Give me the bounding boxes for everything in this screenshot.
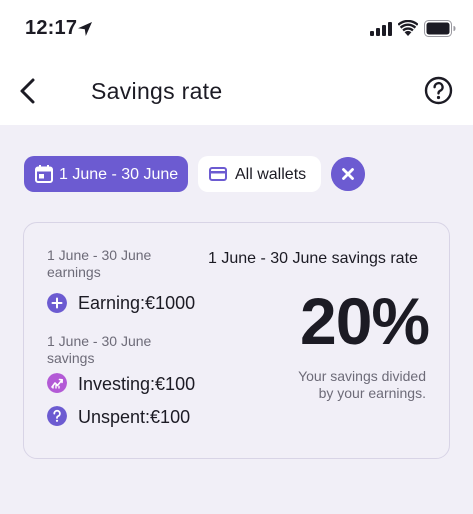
earning-row: Earning:€1000 [78, 293, 195, 314]
help-icon[interactable] [424, 76, 453, 105]
savings-rate-description-line2: by your earnings. [318, 385, 426, 401]
savings-rate-description-line1: Your savings divided [298, 368, 426, 384]
unspent-value: €100 [150, 407, 191, 427]
earnings-caption: 1 June - 30 June earnings [47, 247, 152, 280]
savings-rate-title: 1 June - 30 June savings rate [208, 250, 418, 267]
date-range-filter-button[interactable]: 1 June - 30 June [24, 156, 188, 192]
top-bar: 12:17 Savings rate [0, 0, 473, 125]
investing-value: €100 [155, 374, 196, 394]
savings-rate-description: Your savings divided by your earnings. [266, 368, 426, 402]
date-range-label: 1 June - 30 June [59, 166, 179, 183]
wifi-icon [398, 20, 418, 36]
investing-label: Investing: [78, 374, 156, 394]
earning-value: €1000 [145, 293, 196, 313]
plus-circle-icon [47, 293, 67, 313]
unspent-row: Unspent:€100 [78, 407, 190, 428]
back-button[interactable] [15, 74, 43, 108]
location-arrow-icon [78, 22, 92, 36]
earning-label: Earning: [78, 293, 146, 313]
investing-row: Investing:€100 [78, 374, 195, 395]
wallet-filter-label: All wallets [235, 166, 307, 183]
credit-card-icon [209, 167, 227, 181]
battery-icon [424, 20, 456, 37]
status-time: 12:17 [25, 17, 78, 39]
savings-caption: 1 June - 30 June savings [47, 333, 152, 366]
question-circle-icon [47, 406, 67, 426]
page-title: Savings rate [91, 78, 223, 104]
cellular-signal-icon [370, 22, 392, 36]
wallet-filter-button[interactable]: All wallets [198, 156, 321, 192]
investing-icon [47, 373, 67, 393]
unspent-label: Unspent: [78, 407, 151, 427]
clear-filters-button[interactable] [331, 157, 365, 191]
calendar-icon [35, 165, 53, 183]
status-bar: 12:17 [0, 0, 473, 58]
savings-rate-value: 20% [300, 284, 430, 358]
